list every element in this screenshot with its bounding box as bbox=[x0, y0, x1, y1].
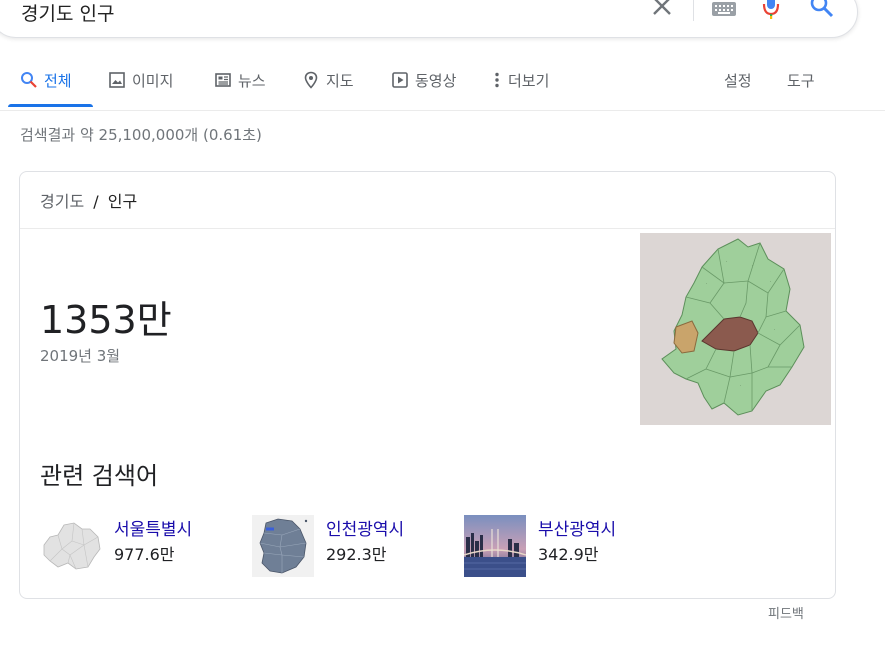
image-icon bbox=[108, 71, 126, 89]
tab-videos[interactable]: 동영상 bbox=[391, 70, 456, 110]
incheon-map-thumbnail[interactable] bbox=[252, 515, 314, 577]
news-icon bbox=[214, 71, 232, 89]
svg-text:·: · bbox=[740, 383, 741, 388]
search-input[interactable]: 경기도 인구 bbox=[21, 0, 114, 26]
settings-button[interactable]: 설정 bbox=[724, 70, 752, 110]
related-item-name[interactable]: 서울특별시 bbox=[114, 515, 192, 540]
more-vert-icon bbox=[492, 71, 502, 89]
breadcrumb-parent[interactable]: 경기도 bbox=[40, 192, 84, 211]
tab-news[interactable]: 뉴스 bbox=[214, 70, 266, 110]
tab-label: 이미지 bbox=[132, 72, 174, 90]
tab-label: 동영상 bbox=[415, 72, 457, 90]
tab-images[interactable]: 이미지 bbox=[108, 70, 173, 110]
video-icon bbox=[391, 71, 409, 89]
related-item-name[interactable]: 인천광역시 bbox=[326, 515, 404, 540]
settings-label: 설정 bbox=[724, 72, 752, 90]
busan-bridge-thumbnail[interactable] bbox=[463, 515, 527, 577]
tools-button[interactable]: 도구 bbox=[787, 70, 815, 110]
tab-label: 더보기 bbox=[508, 72, 550, 90]
related-item-value: 977.6만 bbox=[114, 545, 175, 564]
tab-label: 전체 bbox=[44, 72, 72, 90]
breadcrumb-separator: / bbox=[93, 192, 99, 211]
related-item-busan[interactable]: 부산광역시 342.9만 bbox=[463, 515, 664, 581]
related-item-name[interactable]: 부산광역시 bbox=[538, 515, 616, 540]
divider bbox=[20, 228, 835, 229]
svg-text:·: · bbox=[774, 327, 775, 332]
map-pin-icon bbox=[302, 71, 320, 89]
svg-text:·: · bbox=[726, 259, 727, 264]
gyeonggi-map-image[interactable]: · · · · · · bbox=[640, 233, 831, 425]
related-item-incheon[interactable]: 인천광역시 292.3만 bbox=[252, 515, 452, 581]
svg-text:·: · bbox=[706, 281, 707, 286]
related-item-seoul[interactable]: 서울특별시 977.6만 bbox=[40, 515, 240, 581]
feedback-link[interactable]: 피드백 bbox=[768, 603, 804, 622]
search-bar[interactable]: 경기도 인구 bbox=[0, 0, 858, 38]
tab-more[interactable]: 더보기 bbox=[492, 70, 549, 110]
search-icon[interactable] bbox=[809, 0, 835, 23]
related-searches-title: 관련 검색어 bbox=[40, 462, 159, 490]
seoul-map-thumbnail[interactable] bbox=[40, 515, 102, 577]
tools-label: 도구 bbox=[787, 72, 815, 90]
population-value: 1353만 bbox=[40, 298, 172, 342]
related-item-value: 342.9만 bbox=[538, 545, 599, 564]
population-card: 경기도 / 인구 1353만 2019년 3월 · · · · · · 관련 검색어 bbox=[19, 171, 836, 599]
divider bbox=[693, 0, 694, 21]
search-tabs: 전체 이미지 뉴스 지도 동영상 더보기 설정 도구 bbox=[0, 60, 885, 111]
breadcrumb: 경기도 / 인구 bbox=[40, 188, 137, 212]
breadcrumb-current: 인구 bbox=[107, 192, 138, 211]
search-icon bbox=[20, 71, 38, 89]
tab-maps[interactable]: 지도 bbox=[302, 70, 354, 110]
keyboard-icon[interactable] bbox=[711, 1, 737, 21]
result-stats: 검색결과 약 25,100,000개 (0.61초) bbox=[20, 126, 262, 144]
related-item-value: 292.3만 bbox=[326, 545, 387, 564]
tab-label: 뉴스 bbox=[238, 72, 266, 90]
svg-text:·: · bbox=[770, 279, 771, 284]
population-date: 2019년 3월 bbox=[40, 347, 121, 365]
svg-text:·: · bbox=[752, 263, 753, 268]
close-icon[interactable] bbox=[651, 0, 673, 17]
tab-label: 지도 bbox=[326, 72, 354, 90]
active-tab-indicator bbox=[8, 104, 93, 107]
microphone-icon[interactable] bbox=[761, 0, 781, 25]
